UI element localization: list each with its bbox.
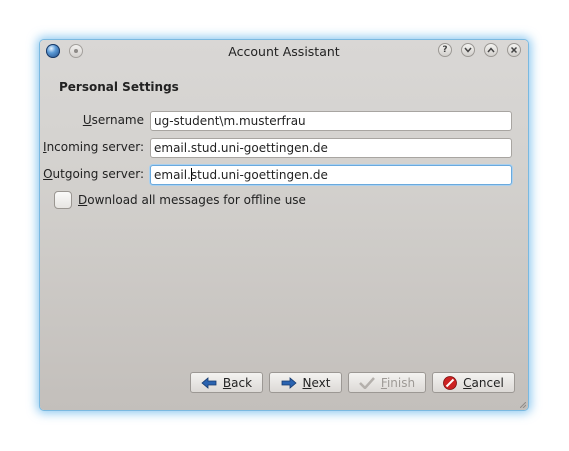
cancel-button[interactable]: Cancel <box>432 372 515 393</box>
incoming-server-label: Incoming server: <box>43 140 144 154</box>
back-button[interactable]: Back <box>190 372 263 393</box>
account-assistant-window: Account Assistant ? Personal Settings Us… <box>40 40 528 410</box>
cancel-icon <box>443 375 458 390</box>
help-icon[interactable]: ? <box>438 43 452 57</box>
title-bar[interactable]: Account Assistant ? <box>40 40 528 62</box>
checkmark-icon <box>359 376 375 389</box>
window-title: Account Assistant <box>228 44 340 59</box>
outgoing-server-label: Outgoing server: <box>43 167 144 181</box>
offline-messages-label[interactable]: Download all messages for offline use <box>78 193 306 207</box>
section-heading: Personal Settings <box>59 80 179 94</box>
next-button[interactable]: Next <box>269 372 342 393</box>
minimize-icon[interactable] <box>461 43 475 57</box>
username-field[interactable]: ug-student\m.musterfrau <box>150 111 512 131</box>
maximize-icon[interactable] <box>484 43 498 57</box>
incoming-server-field[interactable]: email.stud.uni-goettingen.de <box>150 138 512 158</box>
next-arrow-icon <box>281 376 297 389</box>
username-label: Username <box>82 113 144 127</box>
finish-button[interactable]: Finish <box>348 372 426 393</box>
offline-messages-checkbox[interactable] <box>54 191 72 209</box>
close-icon[interactable] <box>507 43 521 57</box>
back-arrow-icon <box>201 376 217 389</box>
outgoing-server-field[interactable]: email.stud.uni-goettingen.de <box>150 165 512 185</box>
resize-grip-icon[interactable] <box>520 402 526 408</box>
